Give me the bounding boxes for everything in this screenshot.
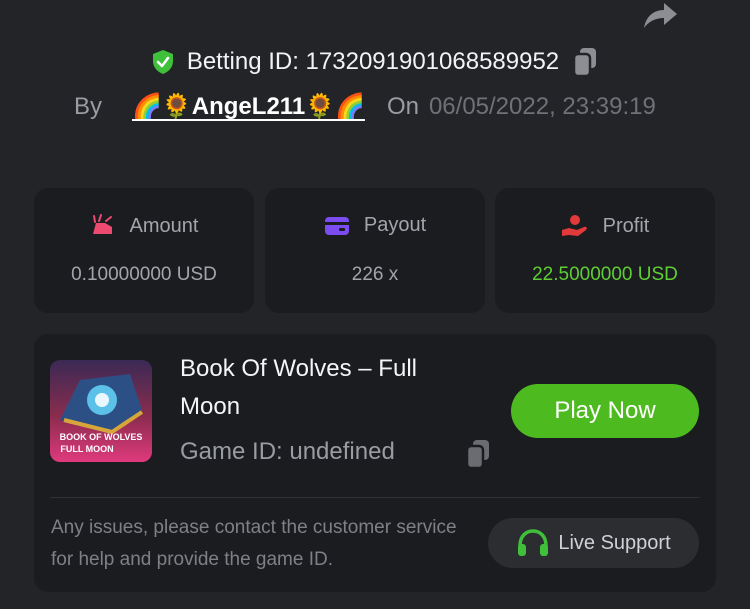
amount-icon	[92, 214, 112, 234]
share-icon[interactable]	[640, 0, 680, 30]
amount-label: Amount	[129, 214, 199, 237]
game-title[interactable]: Book Of Wolves – Full Moon	[180, 350, 480, 426]
on-label: On	[386, 92, 419, 120]
payout-value: 226 x	[351, 264, 399, 285]
verified-shield-icon	[152, 50, 173, 74]
amount-value: 0.10000000 USD	[71, 264, 217, 285]
headset-icon	[518, 529, 549, 556]
copy-game-id-icon[interactable]	[464, 438, 492, 470]
support-message: Any issues, please contact the customer …	[51, 517, 457, 570]
amount-card: Amount 0.10000000 USD	[34, 188, 254, 313]
payout-card: Payout 226 x	[265, 188, 485, 313]
betting-id: Betting ID: 1732091901068589952	[186, 48, 560, 75]
live-support-label: Live Support	[558, 531, 671, 554]
live-support-button[interactable]: Live Support	[488, 518, 699, 568]
thumbnail-title-line1: BOOK OF WOLVES	[60, 432, 143, 442]
betting-id-row: Betting ID: 1732091901068589952	[0, 46, 750, 78]
game-id: Game ID: undefined	[180, 438, 395, 465]
game-card: BOOK OF WOLVES FULL MOON Book Of Wolves …	[34, 334, 716, 592]
username-link[interactable]: 🌈🌻AngeL211🌻🌈	[132, 92, 365, 121]
payout-label: Payout	[363, 214, 427, 236]
copy-icon[interactable]	[571, 46, 599, 78]
profit-value: 22.5000000 USD	[532, 264, 678, 285]
divider	[50, 497, 700, 498]
bet-datetime: 06/05/2022, 23:39:19	[428, 92, 656, 120]
bet-meta-row: By 🌈🌻AngeL211🌻🌈 On 06/05/2022, 23:39:19	[74, 92, 656, 121]
thumbnail-title-line2: FULL MOON	[60, 444, 113, 454]
play-now-button[interactable]: Play Now	[511, 384, 699, 438]
by-label: By	[74, 92, 103, 120]
game-thumbnail[interactable]: BOOK OF WOLVES FULL MOON	[50, 360, 152, 462]
card-icon	[324, 216, 349, 235]
profit-card: Profit 22.5000000 USD	[495, 188, 715, 313]
hand-coin-icon	[561, 215, 587, 236]
profit-label: Profit	[602, 214, 650, 237]
